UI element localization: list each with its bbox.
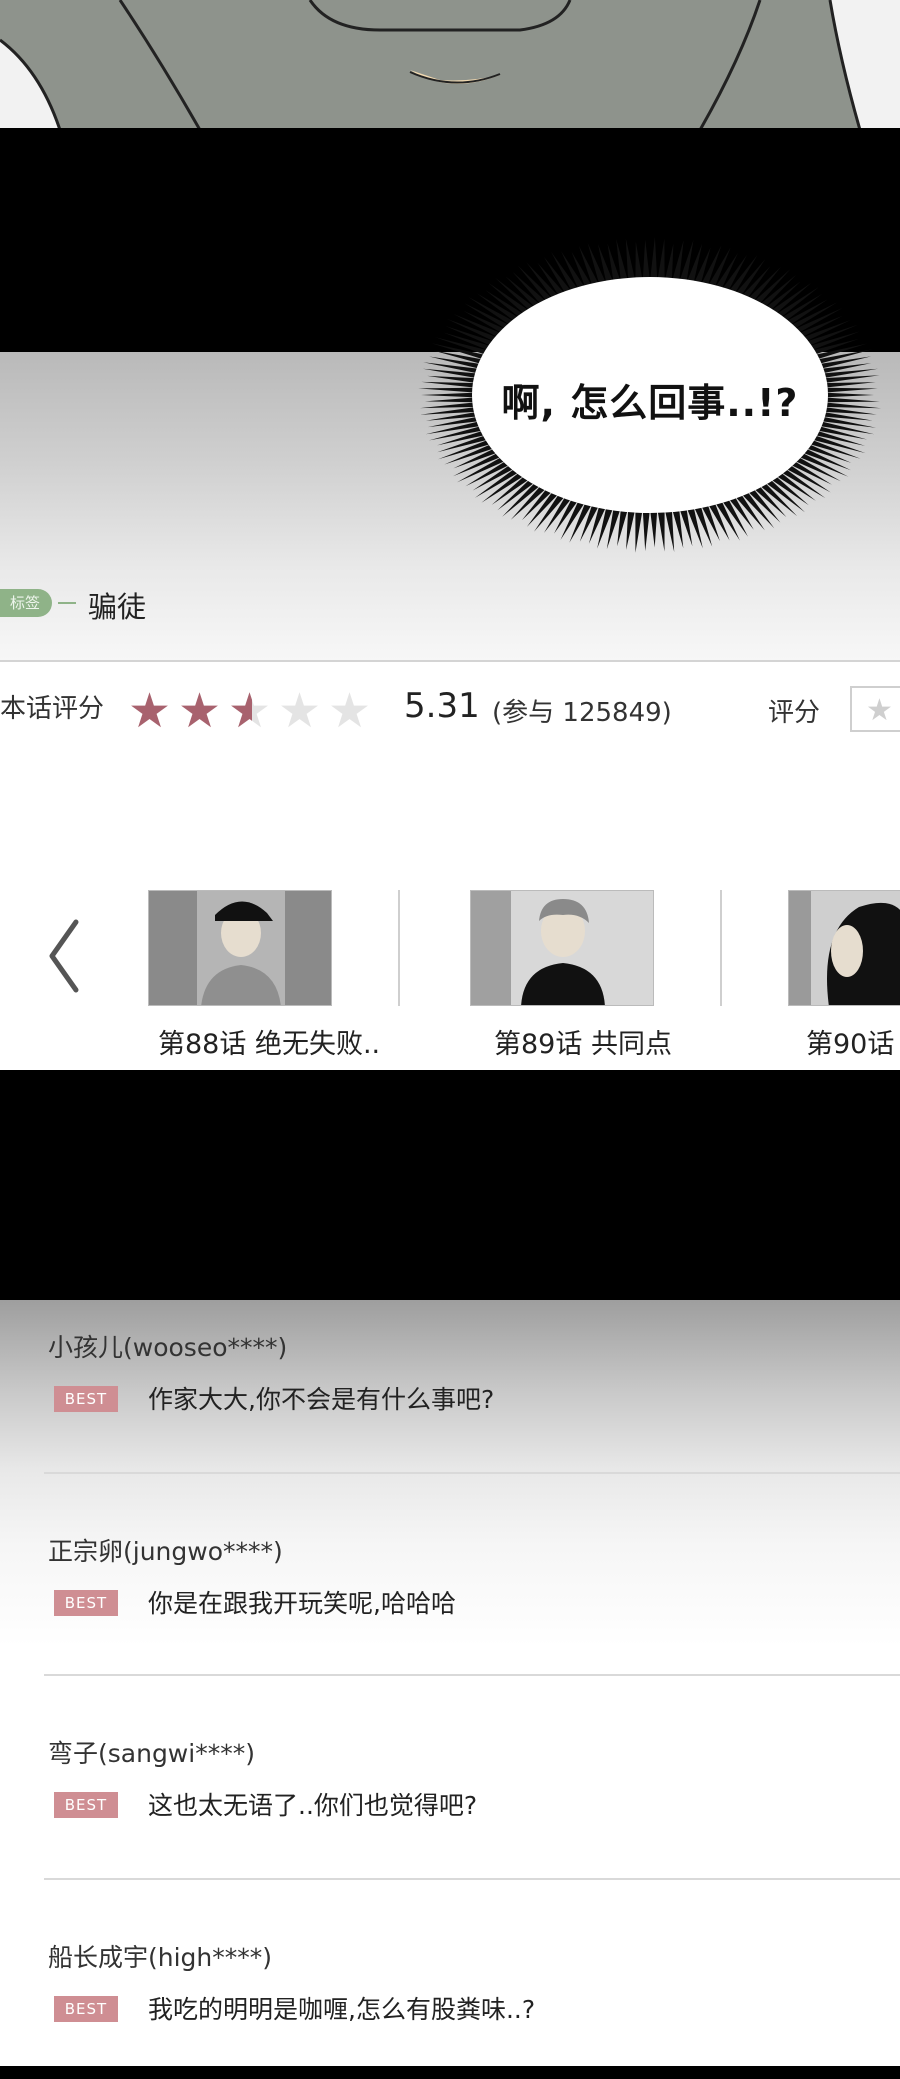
star-icon-empty: ★	[278, 683, 322, 739]
comment-divider	[44, 1674, 900, 1676]
carousel-divider	[720, 890, 722, 1006]
best-badge: BEST	[54, 1996, 118, 2022]
tag-connector	[58, 602, 76, 604]
comment-text: 作家大大,你不会是有什么事吧?	[148, 1385, 495, 1414]
best-badge: BEST	[54, 1386, 118, 1412]
star-icon-empty: ★	[328, 683, 372, 739]
bottom-black-bar	[0, 2066, 900, 2079]
episode-title-89[interactable]: 第89话 共同点	[494, 1022, 672, 1061]
comment-username: 正宗卵(jungwo****)	[48, 1537, 283, 1566]
comment-text: 这也太无语了..你们也觉得吧?	[148, 1791, 478, 1820]
rating-score: 5.31	[404, 686, 480, 726]
episode-title-90[interactable]: 第90话	[806, 1022, 894, 1061]
comment-text: 你是在跟我开玩笑呢,哈哈哈	[148, 1589, 456, 1618]
best-badge: BEST	[54, 1590, 118, 1616]
episode-thumbnail-89[interactable]	[470, 890, 654, 1006]
episode-thumbnail-90[interactable]	[788, 890, 900, 1006]
tag-badge: 标签	[0, 589, 53, 617]
star-icon-filled: ★	[128, 683, 172, 739]
comic-face-illustration	[0, 0, 900, 130]
star-icon-half: ★ ★	[228, 683, 272, 739]
comment-username: 船长成宇(high****)	[48, 1943, 273, 1972]
episode-rating-label: 本话评分	[0, 694, 105, 724]
rate-star-select[interactable]: ★	[850, 686, 900, 732]
tag-link[interactable]: 骗徒	[88, 584, 146, 626]
rating-participants: (参与 125849)	[492, 698, 672, 728]
speech-bubble-text: 啊, 怎么回事..!?	[501, 381, 799, 425]
best-badge: BEST	[54, 1792, 118, 1818]
rate-label: 评分	[768, 698, 821, 728]
carousel-divider	[398, 890, 400, 1006]
comic-black-panel	[0, 1070, 900, 1300]
comment-username: 小孩儿(wooseo****)	[48, 1333, 288, 1362]
chevron-left-icon[interactable]	[44, 916, 84, 996]
episode-carousel	[0, 758, 900, 1070]
comment-divider	[44, 1472, 900, 1474]
comment-divider	[44, 1878, 900, 1880]
comment-text: 我吃的明明是咖喱,怎么有股粪味..?	[148, 1995, 536, 2024]
comment-username: 弯子(sangwi****)	[48, 1739, 255, 1768]
star-icon-filled: ★	[178, 683, 222, 739]
episode-title-88[interactable]: 第88话 绝无失败..	[158, 1022, 380, 1061]
episode-thumbnail-88[interactable]	[148, 890, 332, 1006]
comic-panel-top	[0, 0, 900, 130]
